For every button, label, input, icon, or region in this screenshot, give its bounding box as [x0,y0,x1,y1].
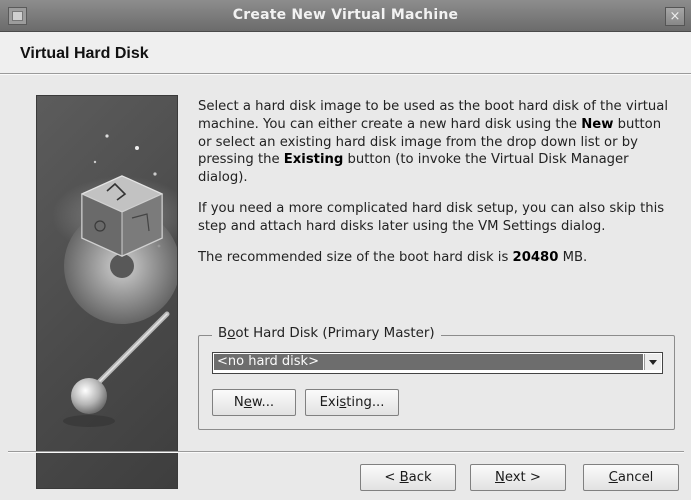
new-button-post: w... [251,395,275,410]
footer-divider [8,451,684,453]
new-button-pre: N [233,395,244,410]
group-label-post: ot Hard Disk (Primary Master) [235,326,435,341]
description-paragraph-2: If you need a more complicated hard disk… [198,200,665,234]
group-label-pre: B [218,326,228,341]
description-paragraph-1: Select a hard disk image to be used as t… [198,98,673,187]
back-button-mnemonic: B [399,470,409,485]
new-button-mnemonic: e [243,395,252,410]
next-button[interactable]: Next > [470,464,566,491]
header-divider [0,73,691,75]
existing-disk-button[interactable]: Existing... [305,389,399,416]
cancel-button-post: ancel [617,470,654,485]
back-button-post: ack [408,470,432,485]
description-text: Select a hard disk image to be used as t… [198,98,673,279]
boot-hard-disk-group: Boot Hard Disk (Primary Master) <no hard… [198,326,675,430]
banner-illustration [52,134,177,427]
page-title: Virtual Hard Disk [20,45,149,62]
existing-button-pre: Exi [319,395,340,410]
dialog-window: Create New Virtual Machine × Virtual Har… [0,0,691,500]
back-button-pre: < [384,470,400,485]
cancel-button-mnemonic: C [608,470,618,485]
existing-button-post: ting... [346,395,385,410]
new-disk-button[interactable]: New... [212,389,296,416]
next-button-mnemonic: N [495,470,505,485]
hard-disk-dropdown[interactable]: <no hard disk> [212,352,663,374]
description-bold-existing: Existing [283,152,344,168]
boot-hard-disk-label: Boot Hard Disk (Primary Master) [212,326,441,341]
description-bold-new: New [581,116,614,132]
description-text-3b: MB. [558,249,588,265]
title-bar[interactable]: Create New Virtual Machine × [0,0,691,32]
next-button-post: ext > [504,470,541,485]
window-title: Create New Virtual Machine [232,7,459,23]
back-button[interactable]: < Back [360,464,456,491]
close-icon[interactable]: × [665,7,685,26]
chevron-down-icon[interactable] [644,354,661,370]
description-text-3a: The recommended size of the boot hard di… [198,249,513,265]
recommended-size-value: 20480 [512,249,559,265]
cancel-button[interactable]: Cancel [583,464,679,491]
hard-disk-dropdown-value: <no hard disk> [214,354,643,370]
virtualbox-logo-graphic [36,95,178,489]
page-header: Virtual Hard Disk [0,32,691,73]
description-paragraph-3: The recommended size of the boot hard di… [198,249,673,267]
